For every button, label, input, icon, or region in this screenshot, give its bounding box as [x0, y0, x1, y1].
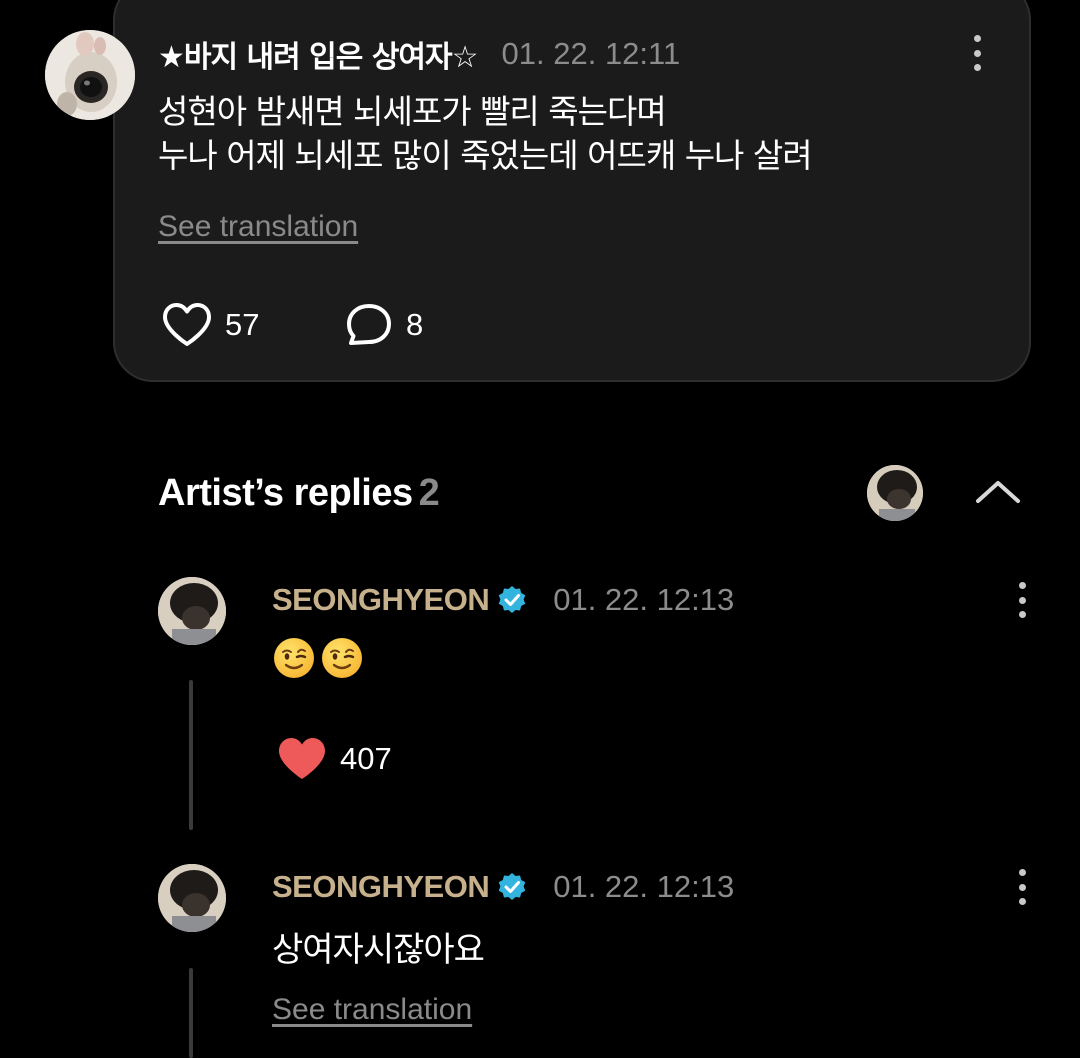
- reply-header: SEONGHYEON 01. 22. 12:13: [272, 580, 734, 620]
- heart-outline-icon: [163, 303, 211, 346]
- more-dot: [973, 35, 981, 42]
- more-dot: [973, 49, 981, 57]
- artist-avatar[interactable]: [867, 465, 923, 521]
- more-dot: [1018, 582, 1026, 589]
- collapse-replies-button[interactable]: [972, 473, 1024, 509]
- more-dot: [1018, 869, 1026, 876]
- reply-like-button[interactable]: 407: [276, 736, 392, 782]
- reply-timestamp: 01. 22. 12:13: [553, 869, 735, 904]
- chevron-up-icon: [976, 481, 1020, 503]
- winking-face-emoji: [274, 638, 314, 678]
- reply-body-text: 상여자시잖아요: [272, 930, 485, 970]
- reply-emoji-body: [272, 636, 364, 680]
- post-header: ★바지 내려 입은 상여자☆ 01. 22. 12:11: [158, 32, 681, 76]
- reply-avatar[interactable]: [158, 577, 226, 645]
- thread-line: [189, 680, 193, 830]
- artist-replies-title: Artist’s replies 2: [158, 472, 440, 515]
- more-dot: [1018, 898, 1026, 905]
- more-dot: [1018, 611, 1026, 618]
- heart-filled-icon: [279, 738, 325, 779]
- artist-replies-count: 2: [418, 472, 440, 514]
- reply-like-count: 407: [340, 741, 392, 776]
- post-author-name[interactable]: ★바지 내려 입은 상여자☆: [158, 32, 479, 76]
- post-author-avatar[interactable]: [45, 30, 135, 120]
- reply-see-translation-link[interactable]: See translation: [272, 993, 472, 1027]
- reply-author-name[interactable]: SEONGHYEON: [272, 582, 490, 618]
- post-see-translation-link[interactable]: See translation: [158, 210, 358, 244]
- more-dot: [973, 64, 981, 71]
- post-like-button[interactable]: 57: [161, 302, 259, 348]
- reply-avatar[interactable]: [158, 864, 226, 932]
- verified-badge-icon: [498, 586, 526, 613]
- reply-timestamp: 01. 22. 12:13: [553, 582, 735, 617]
- post-like-count: 57: [225, 307, 260, 342]
- reply-more-button[interactable]: [1010, 580, 1034, 620]
- more-dot: [1018, 883, 1026, 891]
- post-comment-count: 8: [406, 307, 424, 342]
- reply-more-button[interactable]: [1010, 867, 1034, 907]
- winking-face-emoji: [322, 638, 362, 678]
- more-dot: [1018, 596, 1026, 604]
- post-more-button[interactable]: [965, 33, 989, 73]
- verified-badge-icon: [498, 873, 526, 900]
- speech-bubble-icon: [347, 304, 391, 345]
- reply-header: SEONGHYEON 01. 22. 12:13: [272, 867, 734, 907]
- post-body-text: 성현아 밤새면 뇌세포가 빨리 죽는다며 누나 어제 뇌세포 많이 죽었는데 어…: [158, 92, 813, 175]
- reply-author-name[interactable]: SEONGHYEON: [272, 869, 490, 905]
- post-comment-button[interactable]: 8: [344, 302, 423, 348]
- artist-replies-label: Artist’s replies: [158, 472, 413, 514]
- post-timestamp: 01. 22. 12:11: [501, 36, 681, 71]
